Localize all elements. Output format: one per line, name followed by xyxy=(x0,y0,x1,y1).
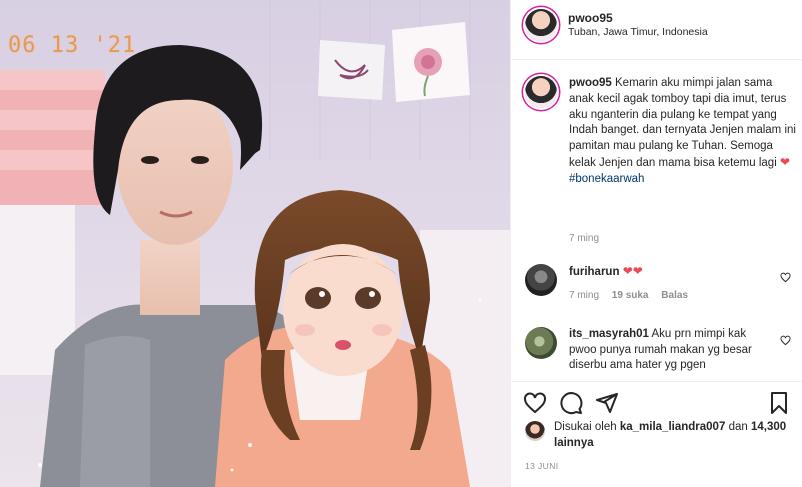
post-side-panel: pwoo95 Tuban, Jawa Timur, Indonesia pwoo… xyxy=(510,0,802,487)
caption-text-block: pwoo95 Kemarin aku mimpi jalan sama anak… xyxy=(569,76,797,188)
photo-illustration xyxy=(0,0,510,487)
author-username[interactable]: pwoo95 xyxy=(568,11,613,25)
comment-username[interactable]: furiharun xyxy=(569,266,619,278)
caption-time[interactable]: 7 ming xyxy=(569,233,599,244)
photo-date-stamp: 06 13 '21 xyxy=(8,33,137,58)
reply-button[interactable]: Balas xyxy=(661,290,688,301)
comment-text: ❤❤ xyxy=(622,264,643,278)
caption-author-avatar[interactable] xyxy=(525,76,557,108)
caption-text: Kemarin aku mimpi jalan sama anak kecil … xyxy=(569,77,796,169)
caption-hashtag[interactable]: #bonekaarwah xyxy=(569,173,644,185)
liker-username[interactable]: ka_mila_liandra007 xyxy=(620,421,726,433)
commenter-avatar[interactable] xyxy=(525,327,557,359)
comment-like-heart-icon[interactable] xyxy=(780,272,791,283)
caption-username[interactable]: pwoo95 xyxy=(569,77,612,89)
likes-middle: dan xyxy=(728,421,748,433)
author-avatar[interactable] xyxy=(525,9,557,41)
post-window: 06 13 '21 pwoo95 Tuban, Jawa Timur, Indo… xyxy=(0,0,802,487)
comment-likes[interactable]: 19 suka xyxy=(612,290,649,301)
heart-emoji: ❤ xyxy=(779,154,791,169)
post-photo[interactable]: 06 13 '21 xyxy=(0,0,510,487)
likes-text: Disukai oleh ka_mila_liandra007 dan 14,3… xyxy=(554,419,797,451)
comment-meta: 7 ming 19 suka Balas xyxy=(569,290,797,301)
bookmark-icon[interactable] xyxy=(767,391,791,415)
post-header: pwoo95 Tuban, Jawa Timur, Indonesia xyxy=(511,0,802,60)
commenter-avatar[interactable] xyxy=(525,264,557,296)
post-actions-bar xyxy=(511,381,802,421)
likes-summary: Disukai oleh ka_mila_liandra007 dan 14,3… xyxy=(525,419,797,451)
likes-prefix: Disukai oleh xyxy=(554,421,617,433)
share-icon[interactable] xyxy=(595,391,619,415)
liker-avatar[interactable] xyxy=(525,421,545,441)
comment-text-block: its_masyrah01 Aku prn mimpi kak pwoo pun… xyxy=(569,327,773,374)
comment-item: its_masyrah01 Aku prn mimpi kak pwoo pun… xyxy=(525,327,797,374)
post-caption: pwoo95 Kemarin aku mimpi jalan sama anak… xyxy=(525,76,797,188)
comment-item: furiharun ❤❤ 7 ming 19 suka Balas xyxy=(525,264,797,301)
comments-list[interactable]: pwoo95 Kemarin aku mimpi jalan sama anak… xyxy=(511,61,802,377)
comment-text-block: furiharun ❤❤ xyxy=(569,264,773,281)
comment-time[interactable]: 7 ming xyxy=(569,290,599,301)
comment-like-heart-icon[interactable] xyxy=(780,335,791,346)
post-location[interactable]: Tuban, Jawa Timur, Indonesia xyxy=(568,26,708,38)
post-date[interactable]: 13 JUNI xyxy=(525,461,559,471)
heart-icon[interactable] xyxy=(523,391,547,415)
comment-username[interactable]: its_masyrah01 xyxy=(569,328,649,340)
comment-icon[interactable] xyxy=(559,391,583,415)
